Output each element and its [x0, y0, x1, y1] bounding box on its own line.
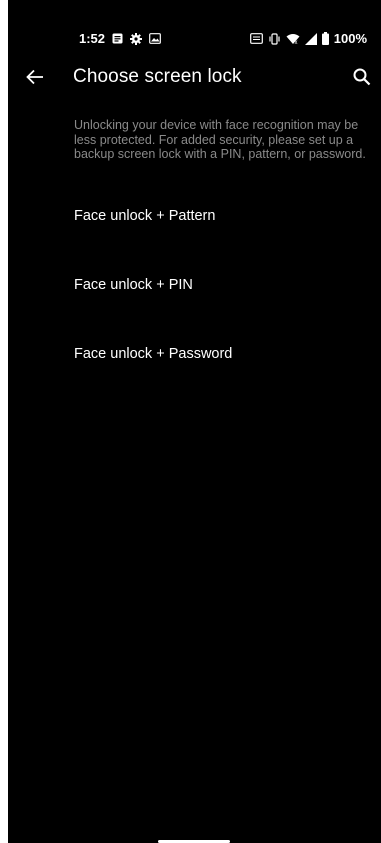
description-text: Unlocking your device with face recognit… [74, 118, 366, 161]
option-face-unlock-pin[interactable]: Face unlock + PIN [8, 277, 381, 345]
battery-icon [321, 32, 329, 45]
arrow-left-icon [26, 69, 43, 85]
status-time: 1:52 [79, 31, 106, 46]
battery-percent: 100% [333, 31, 367, 46]
status-bar: 1:52 x 100% [8, 28, 381, 50]
page-title: Choose screen lock [73, 66, 242, 87]
wifi-icon: x [286, 33, 300, 45]
image-icon [149, 33, 161, 44]
status-right: x 100% [249, 31, 367, 46]
option-face-unlock-pattern[interactable]: Face unlock + Pattern [8, 208, 381, 276]
option-label: Face unlock + Pattern [74, 208, 216, 224]
option-label: Face unlock + PIN [74, 277, 193, 293]
status-left: 1:52 [79, 31, 161, 46]
signal-icon [304, 32, 317, 45]
svg-text:x: x [294, 40, 297, 45]
screen: 1:52 x 100% Choose screen lock Unlocking… [8, 0, 381, 843]
gear-icon [130, 32, 143, 45]
option-face-unlock-password[interactable]: Face unlock + Password [8, 346, 381, 414]
search-button[interactable] [349, 64, 375, 90]
search-icon [353, 68, 371, 86]
notes-icon [112, 33, 123, 44]
vibrate-icon [268, 32, 281, 45]
option-label: Face unlock + Password [74, 346, 233, 362]
nfc-icon [249, 33, 263, 44]
back-button[interactable] [22, 64, 48, 90]
app-bar: Choose screen lock [8, 56, 381, 98]
